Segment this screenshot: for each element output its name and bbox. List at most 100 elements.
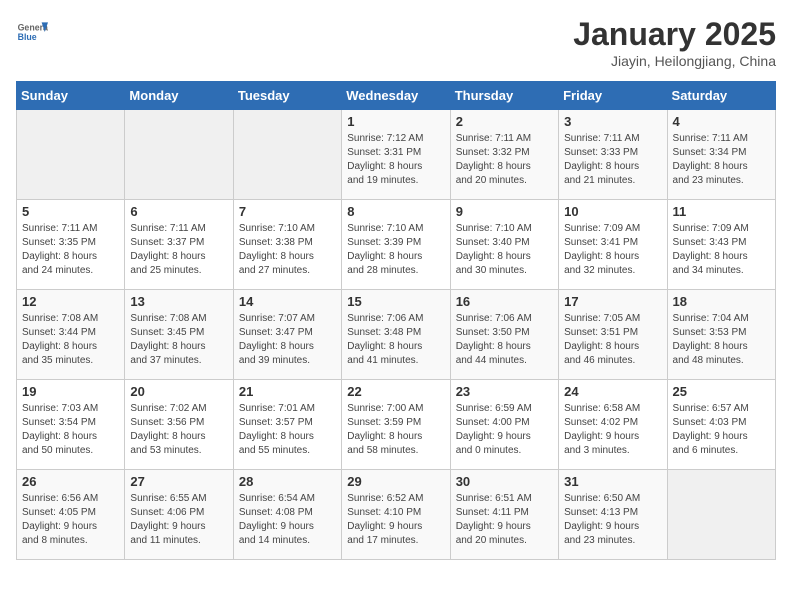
day-info: Sunrise: 7:11 AMSunset: 3:33 PMDaylight:…: [564, 132, 661, 188]
calendar-cell: 7 Sunrise: 7:10 AMSunset: 3:38 PMDaylight…: [233, 200, 341, 290]
weekday-header-row: SundayMondayTuesdayWednesdayThursdayFrid…: [17, 82, 776, 110]
day-number: 8: [347, 204, 444, 219]
day-info: Sunrise: 6:57 AMSunset: 4:03 PMDaylight:…: [673, 402, 770, 458]
day-info: Sunrise: 7:07 AMSunset: 3:47 PMDaylight:…: [239, 312, 336, 368]
calendar-cell: 6 Sunrise: 7:11 AMSunset: 3:37 PMDaylight…: [125, 200, 233, 290]
day-info: Sunrise: 7:03 AMSunset: 3:54 PMDaylight:…: [22, 402, 119, 458]
day-number: 2: [456, 114, 553, 129]
day-number: 25: [673, 384, 770, 399]
calendar-body: 1 Sunrise: 7:12 AMSunset: 3:31 PMDaylight…: [17, 110, 776, 560]
logo-icon: General Blue: [16, 16, 48, 48]
weekday-header-monday: Monday: [125, 82, 233, 110]
calendar-cell: 27 Sunrise: 6:55 AMSunset: 4:06 PMDayligh…: [125, 470, 233, 560]
weekday-header-sunday: Sunday: [17, 82, 125, 110]
day-number: 22: [347, 384, 444, 399]
day-info: Sunrise: 6:54 AMSunset: 4:08 PMDaylight:…: [239, 492, 336, 548]
svg-text:Blue: Blue: [18, 32, 37, 42]
calendar-cell: 8 Sunrise: 7:10 AMSunset: 3:39 PMDaylight…: [342, 200, 450, 290]
day-info: Sunrise: 7:02 AMSunset: 3:56 PMDaylight:…: [130, 402, 227, 458]
day-number: 14: [239, 294, 336, 309]
day-info: Sunrise: 6:51 AMSunset: 4:11 PMDaylight:…: [456, 492, 553, 548]
calendar-week-5: 26 Sunrise: 6:56 AMSunset: 4:05 PMDayligh…: [17, 470, 776, 560]
calendar-week-1: 1 Sunrise: 7:12 AMSunset: 3:31 PMDaylight…: [17, 110, 776, 200]
day-info: Sunrise: 7:09 AMSunset: 3:41 PMDaylight:…: [564, 222, 661, 278]
day-info: Sunrise: 7:10 AMSunset: 3:40 PMDaylight:…: [456, 222, 553, 278]
calendar-cell: 22Sunrise: 7:00 AMSunset: 3:59 PMDayligh…: [342, 380, 450, 470]
day-number: 15: [347, 294, 444, 309]
calendar-week-4: 19 Sunrise: 7:03 AMSunset: 3:54 PMDayligh…: [17, 380, 776, 470]
calendar-cell: 24Sunrise: 6:58 AMSunset: 4:02 PMDayligh…: [559, 380, 667, 470]
calendar-cell: [125, 110, 233, 200]
day-number: 4: [673, 114, 770, 129]
day-number: 23: [456, 384, 553, 399]
day-info: Sunrise: 7:11 AMSunset: 3:35 PMDaylight:…: [22, 222, 119, 278]
day-number: 1: [347, 114, 444, 129]
day-info: Sunrise: 6:52 AMSunset: 4:10 PMDaylight:…: [347, 492, 444, 548]
day-info: Sunrise: 7:08 AMSunset: 3:44 PMDaylight:…: [22, 312, 119, 368]
calendar-cell: 5Sunrise: 7:11 AMSunset: 3:35 PMDaylight…: [17, 200, 125, 290]
day-number: 9: [456, 204, 553, 219]
weekday-header-friday: Friday: [559, 82, 667, 110]
calendar-cell: 29 Sunrise: 6:52 AMSunset: 4:10 PMDayligh…: [342, 470, 450, 560]
calendar-cell: [233, 110, 341, 200]
day-info: Sunrise: 7:10 AMSunset: 3:39 PMDaylight:…: [347, 222, 444, 278]
weekday-header-thursday: Thursday: [450, 82, 558, 110]
day-info: Sunrise: 7:06 AMSunset: 3:48 PMDaylight:…: [347, 312, 444, 368]
logo: General Blue: [16, 16, 48, 48]
day-info: Sunrise: 7:11 AMSunset: 3:32 PMDaylight:…: [456, 132, 553, 188]
day-info: Sunrise: 7:04 AMSunset: 3:53 PMDaylight:…: [673, 312, 770, 368]
day-number: 11: [673, 204, 770, 219]
day-number: 31: [564, 474, 661, 489]
calendar-cell: 14 Sunrise: 7:07 AMSunset: 3:47 PMDayligh…: [233, 290, 341, 380]
day-info: Sunrise: 6:55 AMSunset: 4:06 PMDaylight:…: [130, 492, 227, 548]
day-info: Sunrise: 6:50 AMSunset: 4:13 PMDaylight:…: [564, 492, 661, 548]
day-number: 27: [130, 474, 227, 489]
day-number: 10: [564, 204, 661, 219]
day-info: Sunrise: 7:06 AMSunset: 3:50 PMDaylight:…: [456, 312, 553, 368]
day-info: Sunrise: 7:12 AMSunset: 3:31 PMDaylight:…: [347, 132, 444, 188]
calendar-cell: [17, 110, 125, 200]
day-number: 12: [22, 294, 119, 309]
day-number: 6: [130, 204, 227, 219]
calendar-cell: 21Sunrise: 7:01 AMSunset: 3:57 PMDayligh…: [233, 380, 341, 470]
day-info: Sunrise: 7:11 AMSunset: 3:37 PMDaylight:…: [130, 222, 227, 278]
day-number: 26: [22, 474, 119, 489]
calendar-cell: 28 Sunrise: 6:54 AMSunset: 4:08 PMDayligh…: [233, 470, 341, 560]
calendar-cell: 16 Sunrise: 7:06 AMSunset: 3:50 PMDayligh…: [450, 290, 558, 380]
calendar-cell: 13 Sunrise: 7:08 AMSunset: 3:45 PMDayligh…: [125, 290, 233, 380]
day-number: 28: [239, 474, 336, 489]
day-number: 7: [239, 204, 336, 219]
calendar-cell: 1 Sunrise: 7:12 AMSunset: 3:31 PMDaylight…: [342, 110, 450, 200]
day-info: Sunrise: 7:10 AMSunset: 3:38 PMDaylight:…: [239, 222, 336, 278]
calendar-title: January 2025: [573, 16, 776, 53]
calendar-week-3: 12 Sunrise: 7:08 AMSunset: 3:44 PMDayligh…: [17, 290, 776, 380]
calendar-table: SundayMondayTuesdayWednesdayThursdayFrid…: [16, 81, 776, 560]
day-info: Sunrise: 7:01 AMSunset: 3:57 PMDaylight:…: [239, 402, 336, 458]
calendar-cell: 19 Sunrise: 7:03 AMSunset: 3:54 PMDayligh…: [17, 380, 125, 470]
calendar-cell: 25 Sunrise: 6:57 AMSunset: 4:03 PMDayligh…: [667, 380, 775, 470]
day-number: 19: [22, 384, 119, 399]
title-block: January 2025 Jiayin, Heilongjiang, China: [573, 16, 776, 69]
calendar-cell: 26 Sunrise: 6:56 AMSunset: 4:05 PMDayligh…: [17, 470, 125, 560]
day-number: 24: [564, 384, 661, 399]
day-number: 20: [130, 384, 227, 399]
calendar-subtitle: Jiayin, Heilongjiang, China: [573, 53, 776, 69]
day-number: 16: [456, 294, 553, 309]
weekday-header-wednesday: Wednesday: [342, 82, 450, 110]
day-info: Sunrise: 6:56 AMSunset: 4:05 PMDaylight:…: [22, 492, 119, 548]
calendar-cell: 2 Sunrise: 7:11 AMSunset: 3:32 PMDaylight…: [450, 110, 558, 200]
calendar-cell: 23 Sunrise: 6:59 AMSunset: 4:00 PMDayligh…: [450, 380, 558, 470]
calendar-cell: 30Sunrise: 6:51 AMSunset: 4:11 PMDayligh…: [450, 470, 558, 560]
day-number: 13: [130, 294, 227, 309]
calendar-cell: 20 Sunrise: 7:02 AMSunset: 3:56 PMDayligh…: [125, 380, 233, 470]
day-info: Sunrise: 6:59 AMSunset: 4:00 PMDaylight:…: [456, 402, 553, 458]
page-header: General Blue January 2025 Jiayin, Heilon…: [16, 16, 776, 69]
calendar-cell: 12 Sunrise: 7:08 AMSunset: 3:44 PMDayligh…: [17, 290, 125, 380]
day-number: 29: [347, 474, 444, 489]
day-info: Sunrise: 7:11 AMSunset: 3:34 PMDaylight:…: [673, 132, 770, 188]
calendar-cell: 31 Sunrise: 6:50 AMSunset: 4:13 PMDayligh…: [559, 470, 667, 560]
day-info: Sunrise: 7:08 AMSunset: 3:45 PMDaylight:…: [130, 312, 227, 368]
day-number: 3: [564, 114, 661, 129]
weekday-header-tuesday: Tuesday: [233, 82, 341, 110]
day-info: Sunrise: 7:05 AMSunset: 3:51 PMDaylight:…: [564, 312, 661, 368]
